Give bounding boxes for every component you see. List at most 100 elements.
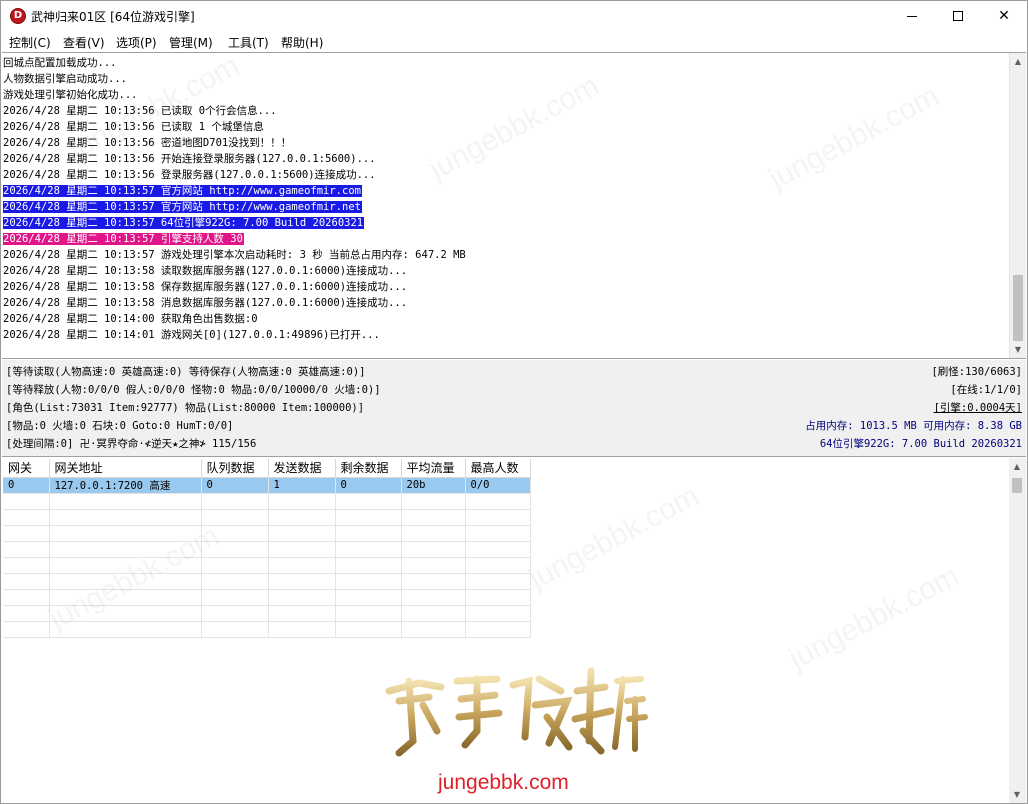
table-cell (201, 525, 269, 542)
table-cell (401, 525, 466, 542)
log-line: 2026/4/28 星期二 10:14:01 游戏网关[0](127.0.0.1… (3, 327, 1006, 343)
menu-options[interactable]: 选项(P) (116, 34, 157, 51)
table-cell (465, 589, 531, 606)
log-line-text: 回城点配置加载成功... (3, 57, 117, 69)
table-cell (201, 621, 269, 638)
table-cell (268, 621, 336, 638)
log-pane[interactable]: 回城点配置加载成功... 人物数据引擎启动成功... 游戏处理引擎初始化成功... 2… (2, 52, 1026, 359)
menu-help[interactable]: 帮助(H) (281, 34, 323, 51)
status-role-items: [角色(List:73031 Item:92777) 物品(List:80000… (6, 402, 365, 414)
table-cell: 0 (335, 477, 402, 494)
table-cell (49, 573, 202, 590)
log-line-text: 2026/4/28 星期二 10:13:57 游戏处理引擎本次启动耗时: 3 秒… (3, 249, 466, 261)
menu-control[interactable]: 控制(C) (9, 34, 51, 51)
scroll-up-icon[interactable]: ▲ (1010, 53, 1026, 70)
status-objects: [物品:0 火墙:0 石块:0 Goto:0 HumT:0/0] (6, 420, 234, 432)
table-cell (335, 493, 402, 510)
log-line-text: 2026/4/28 星期二 10:13:56 开始连接登录服务器(127.0.0… (3, 153, 376, 165)
table-cell (49, 589, 202, 606)
close-button[interactable]: ✕ (981, 1, 1027, 31)
table-cell (335, 509, 402, 526)
table-cell (335, 541, 402, 558)
column-header[interactable]: 网关 (3, 459, 50, 478)
table-cell (3, 557, 50, 574)
log-line-text: 2026/4/28 星期二 10:13:56 密道地图D701没找到！！！ (3, 137, 292, 149)
log-line: 2026/4/28 星期二 10:13:57 官方网站 http://www.g… (3, 183, 1006, 199)
table-cell (201, 493, 269, 510)
log-line: 2026/4/28 星期二 10:13:58 消息数据库服务器(127.0.0.… (3, 295, 1006, 311)
table-cell (49, 509, 202, 526)
table-cell (401, 509, 466, 526)
close-icon: ✕ (998, 8, 1010, 24)
table-cell: 20b (401, 477, 466, 494)
table-cell: 1 (268, 477, 336, 494)
log-line: 2026/4/28 星期二 10:14:00 获取角色出售数据:0 (3, 311, 1006, 327)
log-line: 2026/4/28 星期二 10:13:56 密道地图D701没找到！！！ (3, 135, 1006, 151)
log-line-text: 2026/4/28 星期二 10:13:56 已读取 1 个城堡信息 (3, 121, 264, 133)
menu-manage[interactable]: 管理(M) (169, 34, 213, 51)
table-cell (465, 509, 531, 526)
log-line: 2026/4/28 星期二 10:13:56 登录服务器(127.0.0.1:5… (3, 167, 1006, 183)
table-cell (401, 605, 466, 622)
table-cell (335, 621, 402, 638)
log-line: 游戏处理引擎初始化成功... (3, 87, 1006, 103)
table-row[interactable]: 0 127.0.0.1:7200 高速 0 1 0 20b 0/0 (3, 477, 531, 494)
menu-tools[interactable]: 工具(T) (228, 34, 269, 51)
menu-view[interactable]: 查看(V) (63, 34, 105, 51)
column-header[interactable]: 网关地址 (49, 459, 202, 478)
table-cell (465, 557, 531, 574)
scroll-down-icon[interactable]: ▼ (1009, 786, 1025, 803)
log-line: 2026/4/28 星期二 10:13:56 开始连接登录服务器(127.0.0… (3, 151, 1006, 167)
table-cell (3, 605, 50, 622)
log-list: 回城点配置加载成功... 人物数据引擎启动成功... 游戏处理引擎初始化成功... 2… (3, 55, 1006, 343)
table-cell (49, 541, 202, 558)
log-line-text: 2026/4/28 星期二 10:13:57 引擎支持人数 30 (3, 233, 244, 245)
status-memory: 占用内存: 1013.5 MB 可用内存: 8.38 GB (805, 420, 1022, 432)
table-cell (268, 493, 336, 510)
table-cell (335, 589, 402, 606)
scroll-up-icon[interactable]: ▲ (1009, 458, 1025, 475)
table-cell (401, 573, 466, 590)
table-cell (3, 589, 50, 606)
table-cell (3, 573, 50, 590)
table-cell (401, 621, 466, 638)
log-line-text: 2026/4/28 星期二 10:13:58 读取数据库服务器(127.0.0.… (3, 265, 408, 277)
table-cell (268, 525, 336, 542)
table-cell (3, 621, 50, 638)
gateway-table: 网关 网关地址 队列数据 发送数据 剩余数据 平均流量 最高人数 0 127.0.… (3, 459, 531, 638)
title-bar[interactable]: D 武神归来01区 [64位游戏引擎] ✕ (1, 1, 1027, 31)
log-line-text: 2026/4/28 星期二 10:13:58 消息数据库服务器(127.0.0.… (3, 297, 408, 309)
log-line: 2026/4/28 星期二 10:13:58 读取数据库服务器(127.0.0.… (3, 263, 1006, 279)
table-cell (49, 621, 202, 638)
table-row-empty (3, 621, 531, 638)
table-cell (465, 493, 531, 510)
log-line-text: 2026/4/28 星期二 10:13:56 登录服务器(127.0.0.1:5… (3, 169, 376, 181)
column-header[interactable]: 最高人数 (465, 459, 531, 478)
table-cell (49, 525, 202, 542)
column-header[interactable]: 队列数据 (201, 459, 269, 478)
scroll-thumb[interactable] (1012, 478, 1022, 493)
app-logo-icon: D (10, 8, 26, 24)
table-cell (49, 493, 202, 510)
column-header[interactable]: 剩余数据 (335, 459, 402, 478)
table-cell (401, 493, 466, 510)
column-header[interactable]: 平均流量 (401, 459, 466, 478)
log-line: 2026/4/28 星期二 10:13:58 保存数据库服务器(127.0.0.… (3, 279, 1006, 295)
status-online: [在线:1/1/0] (950, 384, 1022, 396)
scroll-down-icon[interactable]: ▼ (1010, 341, 1026, 358)
log-scrollbar[interactable]: ▲ ▼ (1009, 53, 1026, 358)
log-line-text: 人物数据引擎启动成功... (3, 73, 127, 85)
minimize-button[interactable] (889, 1, 935, 31)
maximize-button[interactable] (935, 1, 981, 31)
table-cell (3, 541, 50, 558)
status-engine-uptime[interactable]: [引擎:0.0004天] (934, 400, 1022, 416)
column-header[interactable]: 发送数据 (268, 459, 336, 478)
log-line: 回城点配置加载成功... (3, 55, 1006, 71)
log-line: 2026/4/28 星期二 10:13:56 已读取 1 个城堡信息 (3, 119, 1006, 135)
menu-bar: 控制(C) 查看(V) 选项(P) 管理(M) 工具(T) 帮助(H) (1, 31, 1027, 51)
table-cell (465, 621, 531, 638)
log-line-text: 2026/4/28 星期二 10:14:01 游戏网关[0](127.0.0.1… (3, 329, 380, 341)
grid-scrollbar[interactable]: ▲ ▼ (1009, 458, 1026, 803)
log-line-text: 2026/4/28 星期二 10:13:57 官方网站 http://www.g… (3, 185, 362, 197)
scroll-thumb[interactable] (1013, 275, 1023, 341)
